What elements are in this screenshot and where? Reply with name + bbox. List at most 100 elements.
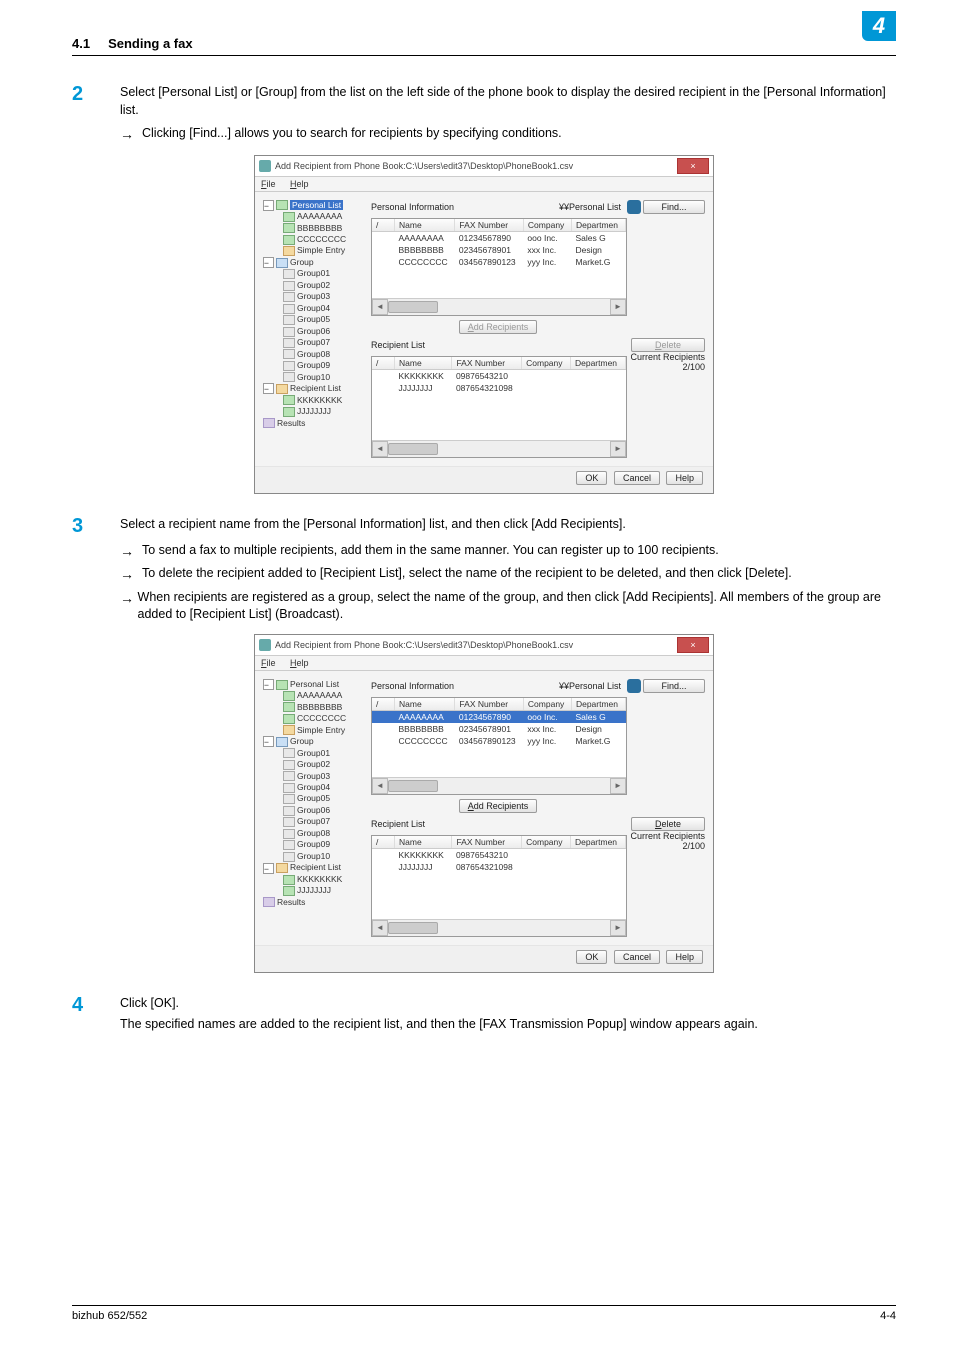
tree-group-item[interactable]: Group05 [297,314,330,324]
tree-group-item[interactable]: Group10 [297,372,330,382]
table-row[interactable]: KKKKKKKK09876543210 [372,369,626,382]
recipient-list-label: Recipient List [371,819,425,829]
tree-group-item[interactable]: Group07 [297,816,330,826]
menu-file[interactable]: File [261,179,276,189]
help-button[interactable]: Help [666,950,703,964]
tree-item[interactable]: BBBBBBBB [297,223,342,233]
tree-group-item[interactable]: Group04 [297,303,330,313]
arrow-icon: → [120,565,142,585]
arrow-icon: → [120,125,142,145]
tree-simple-entry[interactable]: Simple Entry [297,245,345,255]
table-row[interactable]: BBBBBBBB02345678901xxx Inc.Design [372,723,626,735]
tree-group-item[interactable]: Group10 [297,851,330,861]
table-row[interactable]: AAAAAAAA01234567890ooo Inc.Sales G [372,710,626,723]
tree-item[interactable]: AAAAAAAA [297,690,342,700]
table-row[interactable]: KKKKKKKK09876543210 [372,848,626,861]
tree-item[interactable]: BBBBBBBB [297,702,342,712]
tree-item[interactable]: JJJJJJJJ [297,885,331,895]
tree-group-item[interactable]: Group06 [297,326,330,336]
tree-item[interactable]: JJJJJJJJ [297,406,331,416]
tree-item[interactable]: KKKKKKKK [297,395,342,405]
menu-help[interactable]: Help [290,658,309,668]
tree-group-item[interactable]: Group07 [297,337,330,347]
recipient-list-label: Recipient List [371,340,425,350]
tree-group-item[interactable]: Group09 [297,360,330,370]
table-row[interactable]: JJJJJJJJ087654321098 [372,382,626,394]
add-recipients-button[interactable]: Add Recipients [459,320,538,334]
ok-button[interactable]: OK [576,471,607,485]
find-button[interactable]: Find... [643,679,705,693]
tree-group-item[interactable]: Group05 [297,793,330,803]
menu-bar: File Help [255,177,713,192]
recipient-list-box[interactable]: /NameFAX NumberCompanyDepartmenKKKKKKKK0… [371,835,627,937]
tree-recipient-list[interactable]: Recipient List [290,862,341,872]
app-icon [259,160,271,172]
personal-info-list[interactable]: /NameFAX NumberCompanyDepartmenAAAAAAAA0… [371,218,627,316]
current-recipients-label: Current Recipients [630,831,705,841]
chapter-number-badge: 4 [862,11,896,41]
tree-view[interactable]: −Personal ListAAAAAAAABBBBBBBBCCCCCCCCSi… [263,200,365,458]
step-number: 2 [72,84,120,119]
footer-model: bizhub 652/552 [72,1310,147,1322]
tree-group-item[interactable]: Group04 [297,782,330,792]
tree-results[interactable]: Results [277,897,305,907]
recipient-count: 2/100 [630,841,705,851]
tree-item[interactable]: AAAAAAAA [297,211,342,221]
delete-button[interactable]: Delete [631,338,705,352]
sub-text: To delete the recipient added to [Recipi… [142,565,792,585]
tree-item[interactable]: CCCCCCCC [297,713,346,723]
tree-group[interactable]: Group [290,736,314,746]
tree-item[interactable]: CCCCCCCC [297,234,346,244]
horizontal-scrollbar[interactable]: ◄► [372,440,626,457]
tree-group-item[interactable]: Group08 [297,349,330,359]
close-button[interactable]: × [677,637,709,653]
tree-item[interactable]: KKKKKKKK [297,874,342,884]
tree-group-item[interactable]: Group01 [297,748,330,758]
table-row[interactable]: CCCCCCCC034567890123yyy Inc.Market.G [372,735,626,747]
tree-group-item[interactable]: Group03 [297,771,330,781]
recipient-list-box[interactable]: /NameFAX NumberCompanyDepartmenKKKKKKKK0… [371,356,627,458]
table-row[interactable]: AAAAAAAA01234567890ooo Inc.Sales G [372,231,626,244]
current-recipients-label: Current Recipients [630,352,705,362]
table-row[interactable]: BBBBBBBB02345678901xxx Inc.Design [372,244,626,256]
arrow-icon: → [120,542,142,562]
horizontal-scrollbar[interactable]: ◄► [372,919,626,936]
step-2-sub-1: → Clicking [Find...] allows you to searc… [120,125,896,145]
table-row[interactable]: JJJJJJJJ087654321098 [372,861,626,873]
tree-group-item[interactable]: Group09 [297,839,330,849]
tree-group-item[interactable]: Group06 [297,805,330,815]
delete-button[interactable]: Delete [631,817,705,831]
tree-group-item[interactable]: Group01 [297,268,330,278]
tree-personal-list[interactable]: Personal List [290,679,339,689]
table-row[interactable]: CCCCCCCC034567890123yyy Inc.Market.G [372,256,626,268]
cancel-button[interactable]: Cancel [614,950,660,964]
ok-button[interactable]: OK [576,950,607,964]
close-button[interactable]: × [677,158,709,174]
add-recipients-button[interactable]: Add Recipients [459,799,538,813]
step-3-sub-2: →To delete the recipient added to [Recip… [120,565,896,585]
help-button[interactable]: Help [666,471,703,485]
tree-recipient-list[interactable]: Recipient List [290,383,341,393]
tree-view[interactable]: −Personal ListAAAAAAAABBBBBBBBCCCCCCCCSi… [263,679,365,937]
cancel-button[interactable]: Cancel [614,471,660,485]
dialog-title: Add Recipient from Phone Book:C:\Users\e… [275,161,677,171]
step-3-sub-1: →To send a fax to multiple recipients, a… [120,542,896,562]
footer-page: 4-4 [147,1310,896,1322]
tree-results[interactable]: Results [277,418,305,428]
menu-help[interactable]: Help [290,179,309,189]
horizontal-scrollbar[interactable]: ◄► [372,298,626,315]
find-button[interactable]: Find... [643,200,705,214]
tree-group-item[interactable]: Group02 [297,280,330,290]
tree-group-item[interactable]: Group08 [297,828,330,838]
add-recipient-dialog: Add Recipient from Phone Book:C:\Users\e… [254,155,714,494]
tree-personal-list[interactable]: Personal List [290,200,343,210]
personal-info-list[interactable]: /NameFAX NumberCompanyDepartmenAAAAAAAA0… [371,697,627,795]
tree-group-item[interactable]: Group03 [297,291,330,301]
header-title: Sending a fax [108,36,193,51]
find-icon [627,679,641,693]
menu-file[interactable]: File [261,658,276,668]
horizontal-scrollbar[interactable]: ◄► [372,777,626,794]
tree-simple-entry[interactable]: Simple Entry [297,725,345,735]
tree-group[interactable]: Group [290,257,314,267]
tree-group-item[interactable]: Group02 [297,759,330,769]
